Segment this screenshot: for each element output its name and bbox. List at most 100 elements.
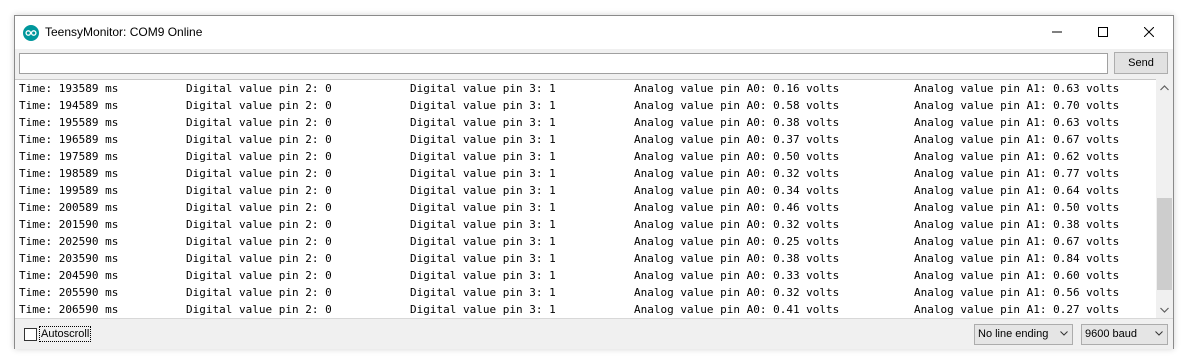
log-field-time: Time: 205590 ms xyxy=(19,286,119,299)
chevron-down-icon xyxy=(1155,331,1163,336)
chevron-down-icon xyxy=(1060,331,1068,336)
log-field-a1: Analog value pin A1: 0.63 volts xyxy=(914,82,1120,95)
log-field-d3: Digital value pin 3: 1 xyxy=(410,286,556,299)
log-field-time: Time: 201590 ms xyxy=(19,218,119,231)
baud-rate-select[interactable]: 9600 baud xyxy=(1081,324,1168,345)
log-field-time: Time: 197589 ms xyxy=(19,150,119,163)
log-field-a1: Analog value pin A1: 0.64 volts xyxy=(914,184,1120,197)
log-line: Time: 193589 ms Digital value pin 2: 0 Dig… xyxy=(15,80,1156,97)
chevron-down-icon xyxy=(1160,307,1169,313)
log-field-a0: Analog value pin A0: 0.41 volts xyxy=(634,303,840,316)
log-field-d3: Digital value pin 3: 1 xyxy=(410,133,556,146)
log-line: Time: 203590 ms Digital value pin 2: 0 Dig… xyxy=(15,250,1156,267)
log-field-d2: Digital value pin 2: 0 xyxy=(186,150,332,163)
log-field-d2: Digital value pin 2: 0 xyxy=(186,218,332,231)
log-field-d3: Digital value pin 3: 1 xyxy=(410,99,556,112)
log-field-a0: Analog value pin A0: 0.32 volts xyxy=(634,286,840,299)
log-field-a1: Analog value pin A1: 0.84 volts xyxy=(914,252,1120,265)
log-field-time: Time: 195589 ms xyxy=(19,116,119,129)
window-title: TeensyMonitor: COM9 Online xyxy=(45,25,203,39)
autoscroll-label[interactable]: Autoscroll xyxy=(39,326,92,342)
log-field-d3: Digital value pin 3: 1 xyxy=(410,167,556,180)
log-line: Time: 197589 ms Digital value pin 2: 0 Dig… xyxy=(15,148,1156,165)
log-field-d3: Digital value pin 3: 1 xyxy=(410,303,556,316)
log-field-a0: Analog value pin A0: 0.58 volts xyxy=(634,99,840,112)
log-field-time: Time: 196589 ms xyxy=(19,133,119,146)
log-field-a0: Analog value pin A0: 0.32 volts xyxy=(634,167,840,180)
log-field-d3: Digital value pin 3: 1 xyxy=(410,252,556,265)
log-field-d3: Digital value pin 3: 1 xyxy=(410,235,556,248)
log-field-a0: Analog value pin A0: 0.16 volts xyxy=(634,82,840,95)
log-field-a0: Analog value pin A0: 0.32 volts xyxy=(634,218,840,231)
minimize-button[interactable] xyxy=(1034,16,1080,47)
log-line: Time: 206590 ms Digital value pin 2: 0 Dig… xyxy=(15,301,1156,318)
log-field-a0: Analog value pin A0: 0.46 volts xyxy=(634,201,840,214)
log-field-d3: Digital value pin 3: 1 xyxy=(410,116,556,129)
scrollbar-thumb[interactable] xyxy=(1157,198,1172,290)
title-bar[interactable]: TeensyMonitor: COM9 Online xyxy=(15,16,1173,49)
scroll-down-button[interactable] xyxy=(1156,301,1173,318)
log-field-a0: Analog value pin A0: 0.33 volts xyxy=(634,269,840,282)
log-field-time: Time: 199589 ms xyxy=(19,184,119,197)
autoscroll-checkbox[interactable] xyxy=(24,328,37,341)
serial-input[interactable] xyxy=(19,53,1108,74)
log-field-d2: Digital value pin 2: 0 xyxy=(186,167,332,180)
log-field-d3: Digital value pin 3: 1 xyxy=(410,218,556,231)
log-field-a0: Analog value pin A0: 0.50 volts xyxy=(634,150,840,163)
log-field-d2: Digital value pin 2: 0 xyxy=(186,133,332,146)
log-field-d2: Digital value pin 2: 0 xyxy=(186,82,332,95)
log-field-a1: Analog value pin A1: 0.60 volts xyxy=(914,269,1120,282)
maximize-icon xyxy=(1098,26,1108,37)
log-field-a1: Analog value pin A1: 0.62 volts xyxy=(914,150,1120,163)
log-field-d2: Digital value pin 2: 0 xyxy=(186,269,332,282)
send-button[interactable]: Send xyxy=(1114,52,1168,74)
log-field-d2: Digital value pin 2: 0 xyxy=(186,303,332,316)
log-field-d2: Digital value pin 2: 0 xyxy=(186,235,332,248)
log-field-d2: Digital value pin 2: 0 xyxy=(186,184,332,197)
log-field-time: Time: 198589 ms xyxy=(19,167,119,180)
log-field-a1: Analog value pin A1: 0.27 volts xyxy=(914,303,1120,316)
log-field-d3: Digital value pin 3: 1 xyxy=(410,82,556,95)
baud-rate-value: 9600 baud xyxy=(1085,328,1137,340)
status-bar: Autoscroll No line ending 9600 baud xyxy=(15,318,1173,349)
log-field-d2: Digital value pin 2: 0 xyxy=(186,286,332,299)
log-field-d3: Digital value pin 3: 1 xyxy=(410,150,556,163)
log-field-d2: Digital value pin 2: 0 xyxy=(186,252,332,265)
log-line: Time: 198589 ms Digital value pin 2: 0 Dig… xyxy=(15,165,1156,182)
log-field-a1: Analog value pin A1: 0.63 volts xyxy=(914,116,1120,129)
log-field-a1: Analog value pin A1: 0.38 volts xyxy=(914,218,1120,231)
log-field-d3: Digital value pin 3: 1 xyxy=(410,269,556,282)
serial-monitor-window: TeensyMonitor: COM9 Online Send Time: 19… xyxy=(14,15,1174,349)
log-field-time: Time: 206590 ms xyxy=(19,303,119,316)
log-field-time: Time: 202590 ms xyxy=(19,235,119,248)
log-field-a0: Analog value pin A0: 0.38 volts xyxy=(634,116,840,129)
log-field-a1: Analog value pin A1: 0.56 volts xyxy=(914,286,1120,299)
log-line: Time: 205590 ms Digital value pin 2: 0 Dig… xyxy=(15,284,1156,301)
log-field-a1: Analog value pin A1: 0.50 volts xyxy=(914,201,1120,214)
log-field-d3: Digital value pin 3: 1 xyxy=(410,201,556,214)
log-field-a0: Analog value pin A0: 0.34 volts xyxy=(634,184,840,197)
log-line: Time: 204590 ms Digital value pin 2: 0 Dig… xyxy=(15,267,1156,284)
chevron-up-icon xyxy=(1160,84,1169,90)
log-line: Time: 201590 ms Digital value pin 2: 0 Dig… xyxy=(15,216,1156,233)
log-field-a0: Analog value pin A0: 0.37 volts xyxy=(634,133,840,146)
line-ending-select[interactable]: No line ending xyxy=(974,324,1073,345)
line-ending-value: No line ending xyxy=(978,328,1049,340)
scroll-up-button[interactable] xyxy=(1156,79,1173,96)
log-field-a0: Analog value pin A0: 0.38 volts xyxy=(634,252,840,265)
log-line: Time: 200589 ms Digital value pin 2: 0 Dig… xyxy=(15,199,1156,216)
log-field-time: Time: 200589 ms xyxy=(19,201,119,214)
log-field-d3: Digital value pin 3: 1 xyxy=(410,184,556,197)
log-line: Time: 202590 ms Digital value pin 2: 0 Dig… xyxy=(15,233,1156,250)
close-button[interactable] xyxy=(1126,16,1172,47)
log-field-time: Time: 194589 ms xyxy=(19,99,119,112)
vertical-scrollbar[interactable] xyxy=(1156,79,1173,318)
serial-output[interactable]: Time: 193589 ms Digital value pin 2: 0 Dig… xyxy=(15,79,1156,319)
log-field-a0: Analog value pin A0: 0.25 volts xyxy=(634,235,840,248)
maximize-button[interactable] xyxy=(1080,16,1126,47)
log-line: Time: 195589 ms Digital value pin 2: 0 Dig… xyxy=(15,114,1156,131)
log-field-time: Time: 204590 ms xyxy=(19,269,119,282)
send-bar: Send xyxy=(15,49,1173,79)
log-field-a1: Analog value pin A1: 0.67 volts xyxy=(914,235,1120,248)
log-field-time: Time: 193589 ms xyxy=(19,82,119,95)
